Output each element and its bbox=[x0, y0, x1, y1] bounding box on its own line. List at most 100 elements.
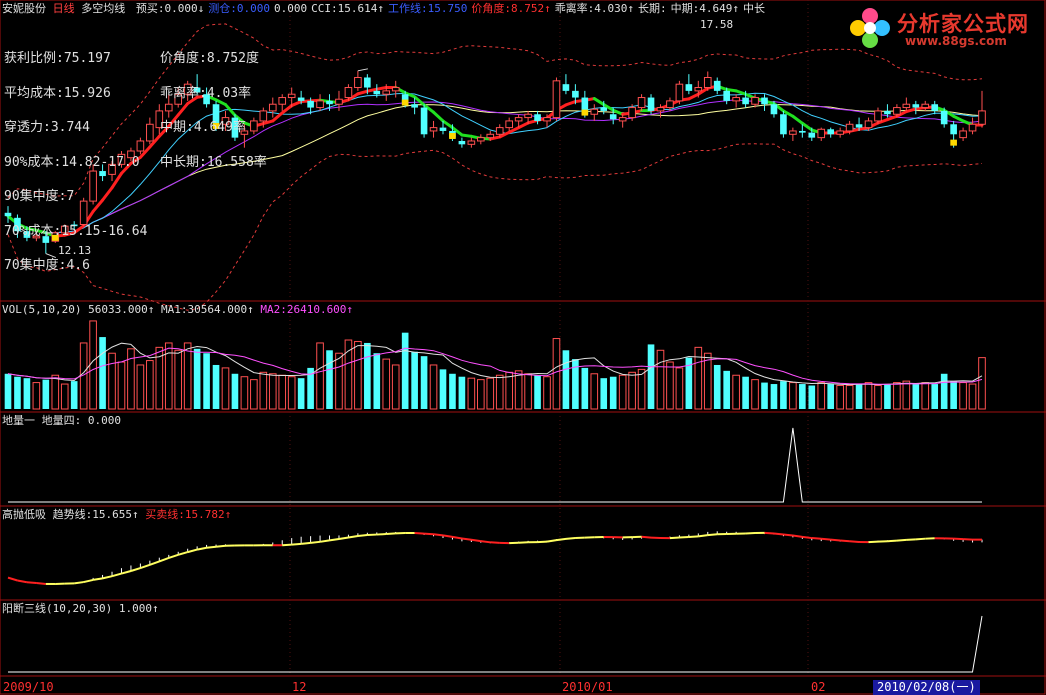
gp-trend-segment bbox=[17, 579, 28, 584]
gp-trend-segment bbox=[386, 532, 396, 536]
volume-bar-up bbox=[543, 376, 551, 410]
x-axis-label: 2010/01 bbox=[562, 680, 613, 694]
ma1-label: MA1: bbox=[160, 303, 188, 316]
candle-body-down bbox=[534, 114, 541, 121]
upper-band-line bbox=[7, 23, 983, 199]
volume-bar-down bbox=[600, 378, 608, 409]
volume-bar-down bbox=[99, 337, 106, 409]
indicator-values: 预买:0.000↓ 测仓:0.000 0.000 CCI:15.614↑ 工作线:15.… bbox=[132, 2, 765, 15]
yd-value: 1.000↑ bbox=[118, 602, 159, 615]
indicator-value: 乖离率:4.030↑ bbox=[554, 2, 635, 15]
volume-bar-up bbox=[656, 349, 665, 410]
candle-body-down bbox=[742, 97, 749, 105]
candle-body-up bbox=[732, 97, 740, 102]
volume-bar-up bbox=[817, 382, 826, 410]
volume-bar-up bbox=[221, 367, 230, 410]
volume-bar-down bbox=[212, 364, 220, 409]
period-label: 日线 bbox=[52, 2, 75, 15]
indicator-value: 预买:0.000↓ bbox=[135, 2, 205, 15]
x-axis-label: 12 bbox=[292, 680, 307, 694]
signal-marker bbox=[449, 132, 456, 139]
sell-value: 15.782↑ bbox=[184, 508, 232, 521]
gp-trend-segment bbox=[36, 582, 46, 585]
yd-title: 阳断三线(10,20,30) bbox=[2, 602, 113, 615]
gp-trend-segment bbox=[556, 537, 567, 542]
trend-label: 趋势线: bbox=[52, 508, 93, 521]
volume-bar-down bbox=[420, 356, 428, 409]
volume-bar-up bbox=[467, 377, 476, 410]
candle-body-up bbox=[902, 103, 911, 109]
gp-trend-segment bbox=[830, 538, 841, 542]
ma-mid-line bbox=[7, 99, 983, 234]
candle-body-up bbox=[287, 93, 296, 99]
gp-trend-segment bbox=[565, 537, 576, 540]
signal-marker bbox=[950, 139, 957, 146]
stat-line: 70%成本:15.15-16.64 bbox=[4, 223, 148, 239]
volume-bar-up bbox=[268, 373, 277, 410]
volume-bar-down bbox=[70, 381, 78, 409]
volume-bar-up bbox=[495, 374, 504, 410]
ma-short-segment bbox=[611, 108, 625, 116]
candle-body-up bbox=[637, 97, 646, 109]
volume-bar-down bbox=[14, 376, 21, 409]
candle-body-up bbox=[429, 127, 438, 132]
gp-trend-segment bbox=[215, 544, 226, 548]
indicator-value: CCI:15.614↑ bbox=[311, 2, 384, 15]
ma-short-segment bbox=[517, 121, 530, 130]
gp-trend-segment bbox=[376, 533, 387, 536]
candle-body-down bbox=[884, 110, 891, 115]
ma-short-segment bbox=[507, 126, 521, 134]
gp-trend-segment bbox=[641, 535, 652, 539]
volume-bar-down bbox=[231, 373, 239, 409]
gp-trend-segment bbox=[811, 537, 822, 540]
gp-trend-segment bbox=[26, 581, 37, 585]
volume-bar-down bbox=[581, 367, 589, 409]
volume-bar-up bbox=[978, 357, 986, 410]
gp-trend-segment bbox=[282, 543, 292, 547]
gp-trend-segment bbox=[177, 551, 188, 556]
price-header: 安妮股份 日线 多空均线 预买:0.000↓ 测仓:0.000 0.000 CCI:1… bbox=[2, 2, 765, 16]
ma-short-segment bbox=[952, 114, 965, 123]
volume-bar-down bbox=[770, 384, 778, 409]
candle-body-up bbox=[354, 77, 362, 89]
volume-bar-down bbox=[799, 384, 806, 409]
kline-chart[interactable] bbox=[0, 0, 1046, 695]
gp-trend-segment bbox=[168, 553, 179, 559]
stock-name: 安妮股份 bbox=[2, 2, 46, 15]
gp-trend-segment bbox=[896, 538, 907, 542]
volume-bar-up bbox=[893, 382, 901, 410]
candle-body-down bbox=[827, 129, 835, 135]
gp-trend-segment bbox=[821, 537, 831, 541]
volume-bar-down bbox=[647, 344, 655, 409]
gp-trend-segment bbox=[868, 540, 879, 544]
indicator-value: 中长 bbox=[743, 2, 766, 15]
gp-trend-segment bbox=[783, 533, 793, 537]
dl-header: 地量一 地量四: 0.000 bbox=[2, 414, 121, 428]
candle-body-up bbox=[505, 120, 513, 129]
candle-body-down bbox=[373, 90, 381, 95]
gp-trend-segment bbox=[83, 578, 94, 584]
ma-short-segment bbox=[441, 119, 454, 130]
volume-bar-up bbox=[278, 374, 287, 410]
stat-line: 90集中度:7 bbox=[4, 189, 75, 204]
candle-body-down bbox=[364, 77, 371, 88]
candle-body-up bbox=[146, 123, 154, 142]
candle-body-down bbox=[761, 97, 768, 105]
dl-sub: 地量四: bbox=[41, 414, 82, 427]
volume-bar-up bbox=[552, 338, 561, 410]
ma2-value: 26410.600↑ bbox=[286, 303, 354, 316]
candle-body-down bbox=[799, 130, 806, 133]
x-axis-label: 02 bbox=[811, 680, 826, 694]
volume-bar-up bbox=[505, 371, 513, 410]
volume-bar-up bbox=[968, 383, 977, 410]
volume-bar-down bbox=[884, 384, 891, 409]
yd-line bbox=[8, 615, 983, 673]
gp-trend-segment bbox=[319, 539, 330, 543]
gp-trend-segment bbox=[764, 531, 775, 535]
candle-body-down bbox=[855, 124, 863, 128]
volume-bar-down bbox=[609, 376, 617, 409]
volume-bar-up bbox=[136, 364, 145, 410]
gp-trend-segment bbox=[490, 541, 500, 544]
volume-bar-down bbox=[742, 376, 749, 409]
candle-body-up bbox=[836, 130, 844, 135]
